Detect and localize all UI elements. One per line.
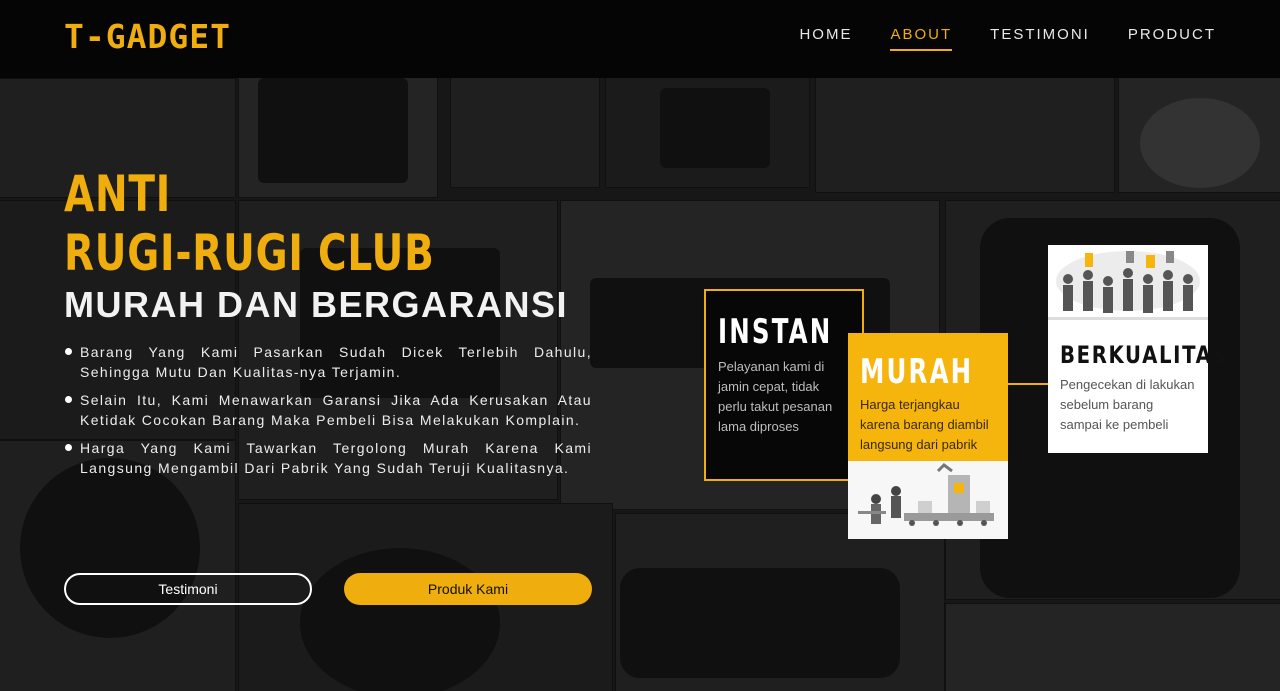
testimoni-button[interactable]: Testimoni — [64, 573, 312, 605]
feature-title: INSTAN — [718, 312, 833, 352]
hero-subtitle: MURAH DAN BERGARANSI — [64, 284, 568, 325]
hero-title-line1: ANTI — [64, 165, 172, 223]
nav-about-link[interactable]: ABOUT — [890, 26, 953, 51]
feature-text: Pelayanan kami di jamin cepat, tidak per… — [718, 359, 833, 434]
navbar: T-GADGET HOME ABOUT TESTIMONI PRODUCT — [0, 0, 1280, 78]
team-illustration — [1048, 245, 1208, 335]
feature-card-murah: MURAH Harga terjangkau karena barang dia… — [848, 333, 1008, 539]
nav-home-link[interactable]: HOME — [799, 26, 852, 51]
nav-product-link[interactable]: PRODUCT — [1128, 26, 1216, 51]
produk-kami-button[interactable]: Produk Kami — [344, 573, 592, 605]
hero-bullet-list: Barang Yang Kami Pasarkan Sudah Dicek Te… — [64, 342, 592, 486]
bullet-item: Harga Yang Kami Tawarkan Tergolong Murah… — [64, 438, 592, 478]
hero-title-line2: RUGI-RUGI CLUB — [64, 224, 435, 282]
feature-card-berkualitas: BERKUALITAS Pengecekan di lakukan sebelu… — [1048, 245, 1229, 453]
bullet-item: Selain Itu, Kami Menawarkan Garansi Jika… — [64, 390, 592, 430]
feature-title: BERKUALITAS — [1060, 341, 1229, 369]
factory-illustration — [848, 461, 1008, 539]
feature-title: MURAH — [860, 352, 974, 392]
nav-menu: HOME ABOUT TESTIMONI PRODUCT — [799, 26, 1216, 51]
feature-text: Pengecekan di lakukan sebelum barang sam… — [1060, 377, 1195, 432]
nav-testimoni-link[interactable]: TESTIMONI — [990, 26, 1090, 51]
brand-logo[interactable]: T-GADGET — [64, 18, 231, 56]
feature-text: Harga terjangkau karena barang diambil l… — [860, 397, 989, 452]
feature-card-instan: INSTAN Pelayanan kami di jamin cepat, ti… — [704, 289, 864, 481]
bullet-item: Barang Yang Kami Pasarkan Sudah Dicek Te… — [64, 342, 592, 382]
card-connector-line — [1008, 383, 1048, 385]
